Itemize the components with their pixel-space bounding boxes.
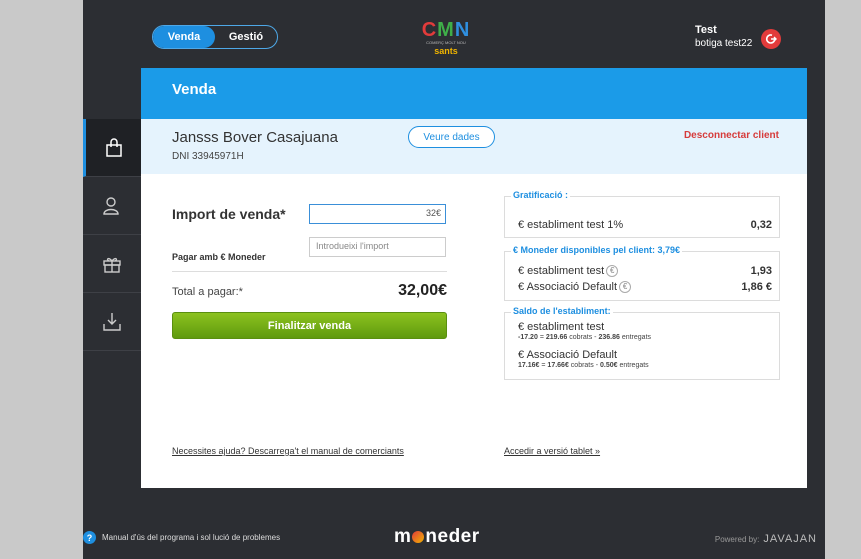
- logo-letter-c: C: [421, 19, 438, 41]
- gratificacio-row: € establiment test 1% 0,32: [518, 219, 772, 231]
- moneder-row: € Associació Default € 1,86 €: [518, 281, 772, 294]
- gratificacio-label: € establiment test 1%: [518, 219, 624, 231]
- import-input[interactable]: 32€: [309, 204, 446, 224]
- balance-entry: € establiment test -17.20 = 219.66 cobra…: [518, 321, 772, 342]
- client-dni: DNI 33945971H: [172, 151, 244, 162]
- main-panel: Venda Jansss Bover Casajuana DNI 3394597…: [141, 68, 807, 488]
- store-balance-panel: Saldo de l'establiment: € establiment te…: [504, 306, 780, 380]
- store-name: botiga test22: [695, 38, 753, 49]
- balance-entry-label: € Associació Default: [518, 349, 618, 361]
- total-value: 32,00€: [398, 282, 447, 299]
- logo-district: sants: [434, 46, 458, 56]
- sidebar-item-downloads[interactable]: [83, 293, 141, 351]
- footer: ? Manual d'ús del programa i sol lució d…: [83, 512, 825, 559]
- help-icon[interactable]: ?: [83, 531, 96, 544]
- app-frame: Venda Gestió CMN COMERÇ MOLT NOU sants T…: [83, 0, 825, 559]
- logo-letter-m: M: [437, 19, 455, 41]
- balance-entry-detail: 17.16€ = 17.66€ cobrats - 0.50€ entregat…: [518, 362, 649, 369]
- powered-by: Powered by: JAVAJAN: [714, 533, 817, 545]
- gift-icon: [103, 257, 121, 273]
- moneder-amount-input[interactable]: Introdueixi l'import: [309, 237, 446, 257]
- moneder-row-label: € establiment test: [518, 265, 605, 277]
- client-name: Jansss Bover Casajuana: [172, 129, 338, 146]
- sidebar-item-rewards[interactable]: [83, 235, 141, 293]
- mode-toggle[interactable]: Venda Gestió: [152, 25, 278, 49]
- moneder-available-panel: € Moneder disponibles pel client: 3,79€ …: [504, 245, 780, 301]
- gratificacio-panel: Gratificació : € establiment test 1% 0,3…: [504, 190, 780, 238]
- power-icon: [765, 34, 777, 44]
- moneder-row-label: € Associació Default: [518, 281, 618, 293]
- euro-coin-icon: €: [606, 265, 619, 278]
- cmn-logo: CMN COMERÇ MOLT NOU sants: [413, 20, 479, 62]
- moneder-row-value: 1,93: [750, 265, 772, 277]
- total-label: Total a pagar:*: [172, 286, 243, 298]
- pay-with-moneder-label: Pagar amb € Moneder: [172, 252, 266, 262]
- shopping-bag-icon: [105, 137, 122, 157]
- logout-button[interactable]: [761, 29, 781, 49]
- moneder-row-value: 1,86 €: [741, 281, 772, 293]
- javajan-logo: JAVAJAN: [763, 533, 817, 545]
- help-manual-link[interactable]: Necessites ajuda? Descarrega't el manual…: [172, 446, 404, 456]
- sidebar: [83, 119, 141, 351]
- logo-dot-icon: [412, 530, 425, 543]
- sidebar-item-clients[interactable]: [83, 177, 141, 235]
- euro-coin-icon: €: [619, 281, 632, 294]
- top-bar: Venda Gestió CMN COMERÇ MOLT NOU sants T…: [83, 0, 825, 68]
- page-title: Venda: [141, 68, 807, 119]
- tab-venda[interactable]: Venda: [153, 26, 215, 48]
- view-client-data-button[interactable]: Veure dades: [408, 126, 495, 148]
- gratificacio-value: 0,32: [750, 219, 772, 231]
- manual-link[interactable]: Manual d'ús del programa i sol lució de …: [102, 533, 280, 542]
- import-label: Import de venda*: [172, 206, 286, 222]
- user-info: Test botiga test22: [695, 24, 752, 50]
- balance-entry-detail: -17.20 = 219.66 cobrats - 236.86 entrega…: [518, 334, 652, 341]
- client-bar: Jansss Bover Casajuana DNI 33945971H Veu…: [141, 119, 807, 174]
- finalize-sale-button[interactable]: Finalitzar venda: [172, 312, 447, 339]
- sidebar-item-venda[interactable]: [83, 119, 141, 177]
- gratificacio-title: Gratificació :: [511, 190, 571, 200]
- tablet-version-link[interactable]: Accedir a versió tablet »: [504, 446, 600, 456]
- balance-entry-label: € establiment test: [518, 321, 605, 333]
- balance-entry: € Associació Default 17.16€ = 17.66€ cob…: [518, 349, 772, 370]
- tab-gestio[interactable]: Gestió: [215, 26, 277, 48]
- store-balance-title: Saldo de l'establiment:: [511, 306, 613, 316]
- moneder-logo: m neder: [394, 526, 480, 547]
- moneder-row: € establiment test € 1,93: [518, 265, 772, 278]
- download-tray-icon: [103, 312, 121, 331]
- logo-letter-n: N: [454, 19, 471, 41]
- disconnect-client-link[interactable]: Desconnectar client: [684, 130, 779, 141]
- user-name: Test: [695, 24, 717, 36]
- moneder-available-title: € Moneder disponibles pel client: 3,79€: [511, 245, 683, 255]
- user-icon: [103, 196, 119, 215]
- divider: [172, 271, 447, 272]
